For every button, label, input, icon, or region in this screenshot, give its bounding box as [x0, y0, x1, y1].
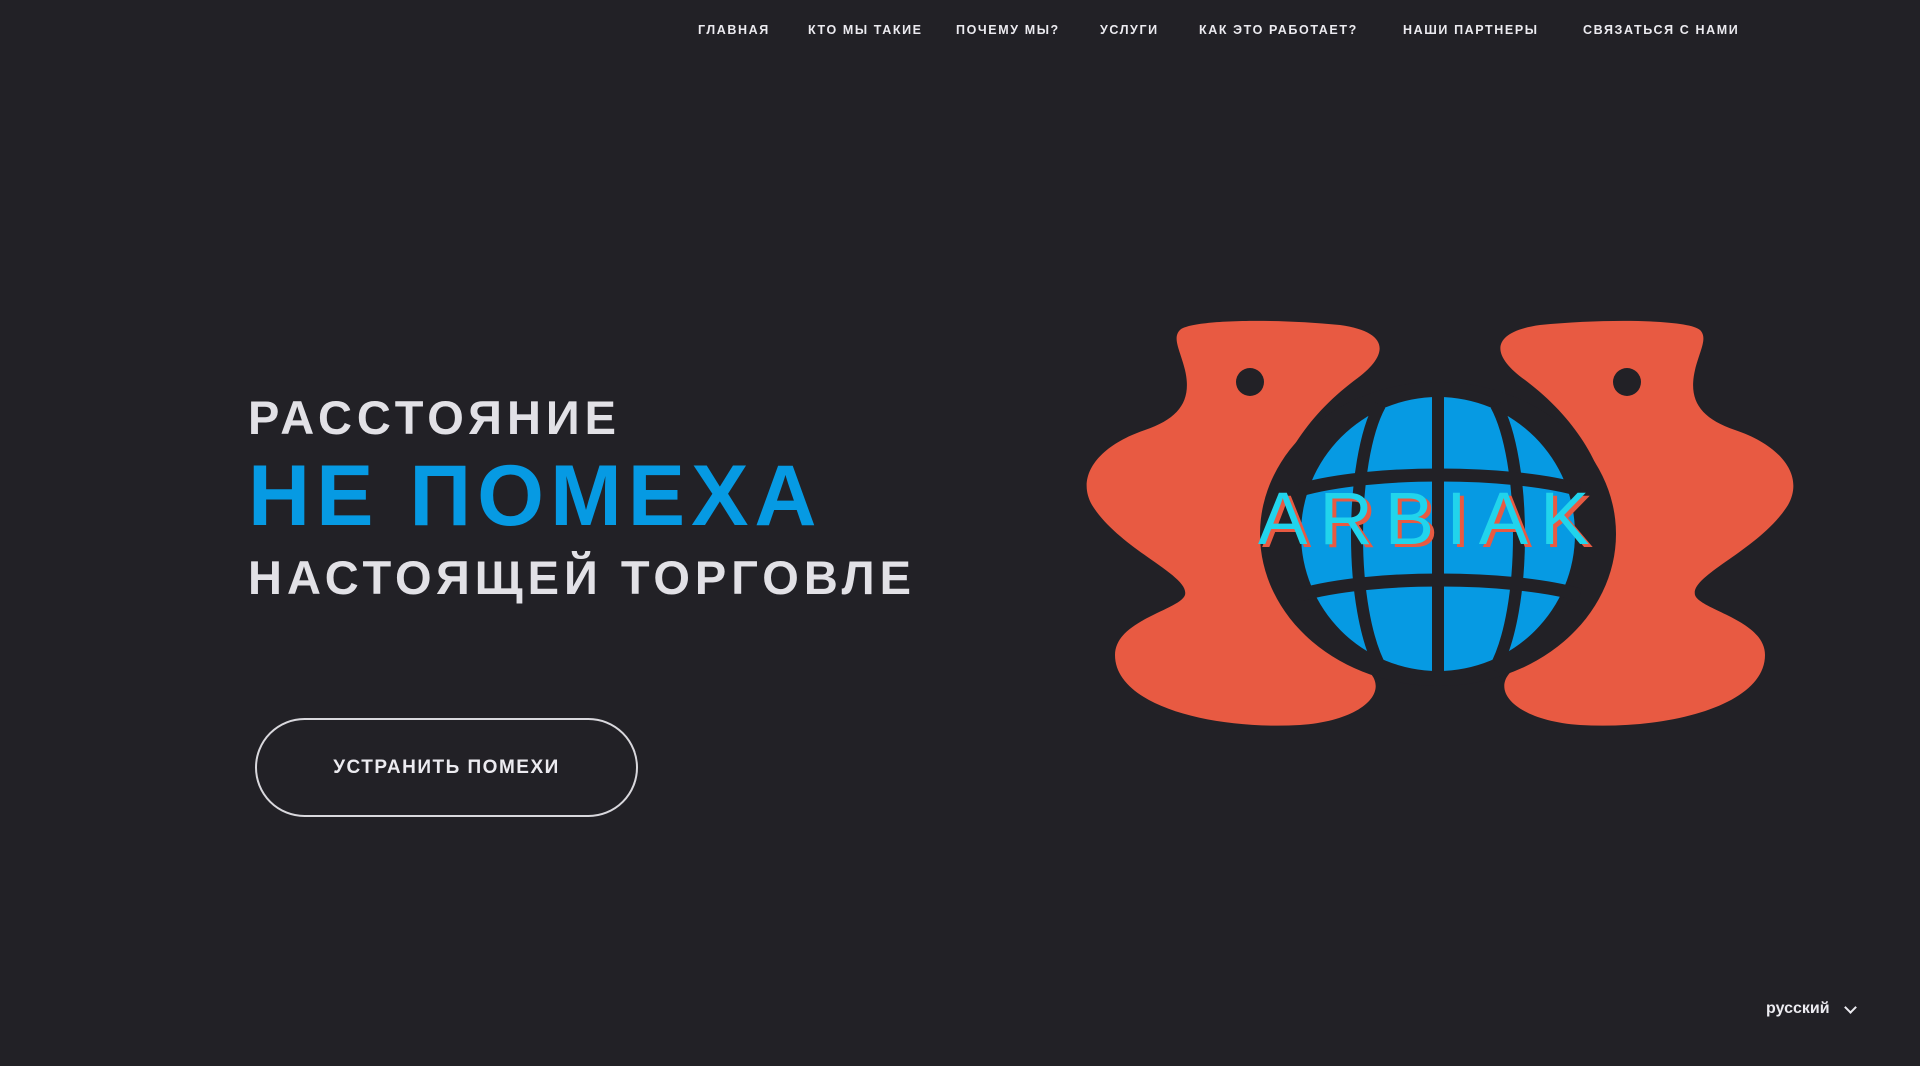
cta-button[interactable]: УСТРАНИТЬ ПОМЕХИ [255, 718, 638, 817]
cta-button-label: УСТРАНИТЬ ПОМЕХИ [333, 756, 560, 778]
top-nav: ГЛАВНАЯ КТО МЫ ТАКИЕ ПОЧЕМУ МЫ? УСЛУГИ К… [0, 23, 1920, 39]
nav-item-partners[interactable]: НАШИ ПАРТНЕРЫ [1403, 23, 1539, 37]
left-figure-eye [1236, 368, 1264, 396]
hero-headline-line-3: НАСТОЯЩЕЙ ТОРГОВЛЕ [248, 551, 916, 604]
nav-item-services[interactable]: УСЛУГИ [1100, 23, 1159, 37]
hero-headline-line-2: НЕ ПОМЕХА [248, 448, 823, 544]
nav-item-home[interactable]: ГЛАВНАЯ [698, 23, 770, 37]
nav-item-about[interactable]: КТО МЫ ТАКИЕ [808, 23, 923, 37]
logo-wordmark: ARBIAK [1258, 477, 1602, 560]
nav-item-why-us[interactable]: ПОЧЕМУ МЫ? [956, 23, 1060, 37]
landing-page: ГЛАВНАЯ КТО МЫ ТАКИЕ ПОЧЕМУ МЫ? УСЛУГИ К… [0, 0, 1920, 1066]
nav-item-how-it-works[interactable]: КАК ЭТО РАБОТАЕТ? [1199, 23, 1358, 37]
language-label: русский [1766, 1000, 1830, 1017]
language-selector[interactable]: русский [1766, 1000, 1857, 1018]
right-figure-eye [1613, 368, 1641, 396]
chevron-down-icon [1843, 1000, 1857, 1014]
nav-item-contact[interactable]: СВЯЗАТЬСЯ С НАМИ [1583, 23, 1739, 37]
hero-headline-line-1: РАССТОЯНИЕ [248, 391, 622, 444]
